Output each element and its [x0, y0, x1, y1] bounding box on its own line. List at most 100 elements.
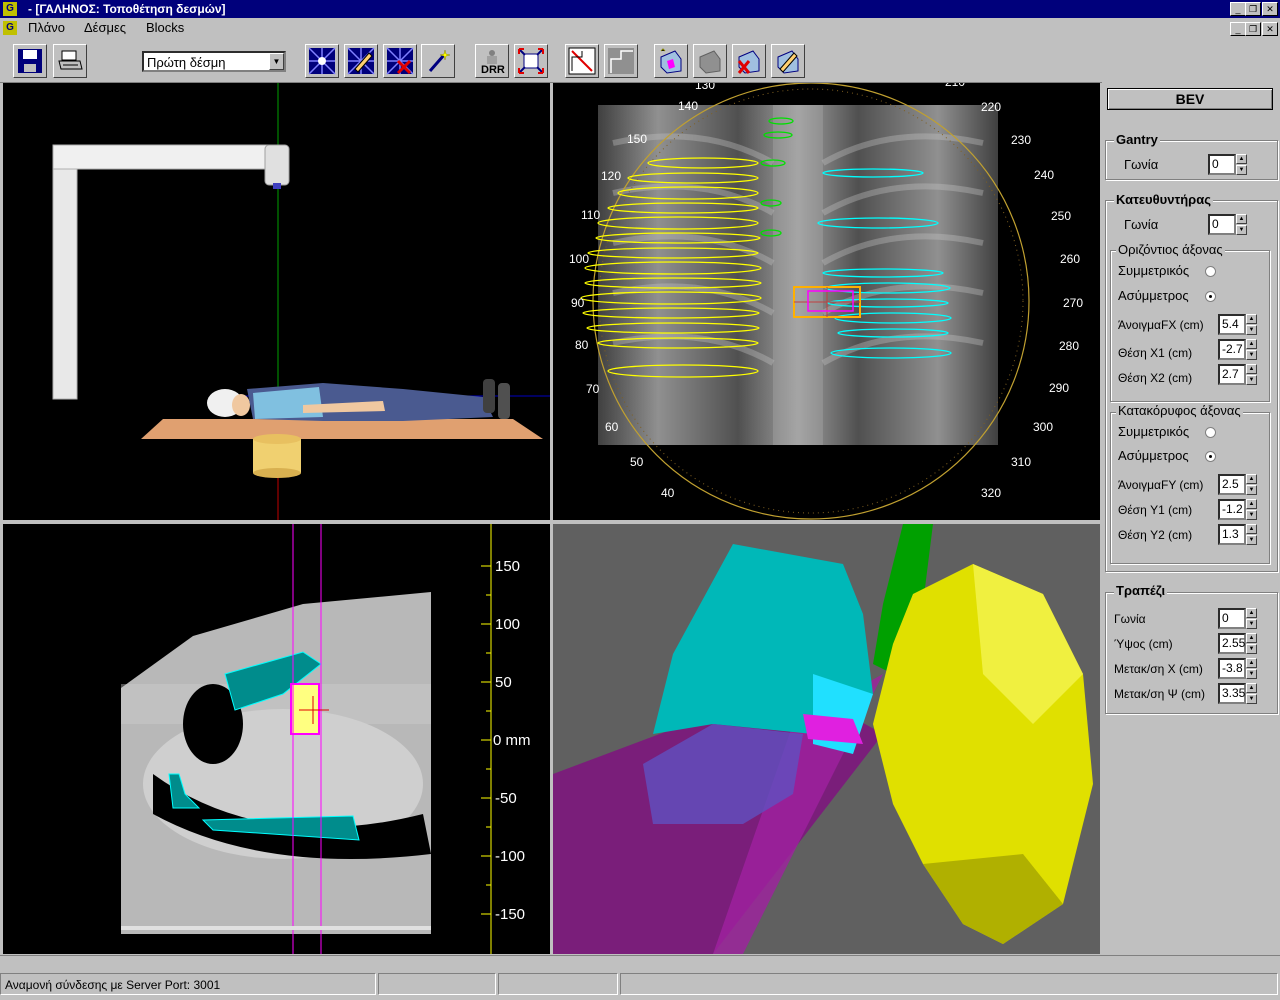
new-beam-button[interactable] — [305, 44, 339, 78]
fy-label: ΆνοιγμαFY (cm) — [1118, 478, 1204, 492]
spin-down-icon[interactable]: ▼ — [1246, 619, 1257, 629]
collimator-angle-stepper[interactable]: 0 ▲ ▼ — [1208, 214, 1247, 235]
menu-blocks[interactable]: Blocks — [146, 20, 184, 35]
magic-wand-icon — [428, 49, 451, 72]
x2-input[interactable]: 2.7 — [1218, 364, 1246, 385]
fit-arrows-icon — [518, 48, 544, 74]
delete-block-button[interactable] — [732, 44, 766, 78]
table-height-input[interactable]: 2.55 — [1218, 633, 1246, 654]
scale-label: 0 mm — [493, 732, 531, 749]
vertical-asymmetric-radio[interactable] — [1205, 451, 1216, 462]
gantry-angle-stepper[interactable]: 0 ▲ ▼ — [1208, 154, 1247, 175]
horizontal-axis-title: Οριζόντιος άξονας — [1116, 242, 1225, 257]
spin-down-icon[interactable]: ▼ — [1246, 644, 1257, 654]
spin-up-icon[interactable]: ▲ — [1236, 214, 1247, 224]
bev-button[interactable]: BEV — [1107, 88, 1273, 110]
spin-up-icon[interactable]: ▲ — [1246, 339, 1257, 349]
y1-stepper[interactable]: -1.2 ▲ ▼ — [1218, 499, 1257, 520]
chevron-down-icon[interactable]: ▼ — [269, 53, 284, 70]
y1-input[interactable]: -1.2 — [1218, 499, 1246, 520]
svg-text:320: 320 — [981, 486, 1001, 500]
spin-down-icon[interactable]: ▼ — [1246, 669, 1257, 679]
anatomy-scene — [553, 524, 1093, 954]
spin-down-icon[interactable]: ▼ — [1246, 535, 1257, 545]
app-icon[interactable]: G — [3, 2, 17, 16]
fx-stepper[interactable]: 5.4 ▲ ▼ — [1218, 314, 1257, 335]
fx-input[interactable]: 5.4 — [1218, 314, 1246, 335]
horizontal-scrollbar[interactable] — [0, 955, 1280, 970]
spin-down-icon[interactable]: ▼ — [1246, 510, 1257, 520]
room-3d-view[interactable] — [3, 83, 550, 520]
document-icon[interactable]: G — [3, 21, 17, 35]
table-shift-x-stepper[interactable]: -3.8 ▲ ▼ — [1218, 658, 1257, 679]
y2-input[interactable]: 1.3 — [1218, 524, 1246, 545]
spin-up-icon[interactable]: ▲ — [1246, 683, 1257, 693]
x2-stepper[interactable]: 2.7 ▲ ▼ — [1218, 364, 1257, 385]
delete-beam-button[interactable] — [383, 44, 417, 78]
table-angle-stepper[interactable]: 0 ▲ ▼ — [1218, 608, 1257, 629]
collimator-angle-input[interactable]: 0 — [1208, 214, 1236, 235]
minimize-button[interactable]: _ — [1230, 2, 1246, 16]
beam-select[interactable]: Πρώτη δέσμη ▼ — [142, 51, 286, 72]
drr-button[interactable]: DRR — [475, 44, 509, 78]
table-shift-x-input[interactable]: -3.8 — [1218, 658, 1246, 679]
spin-down-icon[interactable]: ▼ — [1246, 375, 1257, 385]
doc-close-button[interactable]: ✕ — [1262, 22, 1278, 36]
fy-stepper[interactable]: 2.5 ▲ ▼ — [1218, 474, 1257, 495]
sagittal-view[interactable]: 150 100 50 0 mm -50 -100 -150 — [3, 524, 550, 954]
spin-up-icon[interactable]: ▲ — [1246, 364, 1257, 374]
scale-label: -100 — [495, 848, 525, 865]
doc-restore-button[interactable]: ❐ — [1245, 22, 1261, 36]
menu-plan[interactable]: Πλάνο — [28, 20, 65, 35]
svg-text:240: 240 — [1034, 168, 1054, 182]
anatomy-3d-view[interactable] — [553, 524, 1100, 954]
spin-up-icon[interactable]: ▲ — [1246, 499, 1257, 509]
bev-view[interactable]: 140 130 150 120 110 100 90 80 70 60 50 4… — [553, 83, 1100, 520]
horizontal-asymmetric-radio[interactable] — [1205, 291, 1216, 302]
print-button[interactable] — [53, 44, 87, 78]
close-button[interactable]: ✕ — [1262, 2, 1278, 16]
svg-text:80: 80 — [575, 338, 589, 352]
horizontal-symmetric-radio[interactable] — [1205, 266, 1216, 277]
add-block-button[interactable] — [654, 44, 688, 78]
spin-up-icon[interactable]: ▲ — [1236, 154, 1247, 164]
svg-text:100: 100 — [569, 252, 589, 266]
table-angle-input[interactable]: 0 — [1218, 608, 1246, 629]
svg-text:220: 220 — [981, 100, 1001, 114]
block-edit-button[interactable] — [604, 44, 638, 78]
spin-up-icon[interactable]: ▲ — [1246, 474, 1257, 484]
spin-up-icon[interactable]: ▲ — [1246, 524, 1257, 534]
fit-view-button[interactable] — [514, 44, 548, 78]
table-height-stepper[interactable]: 2.55 ▲ ▼ — [1218, 633, 1257, 654]
spin-down-icon[interactable]: ▼ — [1236, 165, 1247, 175]
edit-beam-button[interactable] — [344, 44, 378, 78]
block-draw-button[interactable] — [565, 44, 599, 78]
menu-beams[interactable]: Δέσμες — [84, 20, 126, 35]
table-shift-y-input[interactable]: 3.35 — [1218, 683, 1246, 704]
vertical-axis-title: Κατακόρυφος άξονας — [1116, 403, 1243, 418]
gantry-angle-input[interactable]: 0 — [1208, 154, 1236, 175]
save-button[interactable] — [13, 44, 47, 78]
x1-input[interactable]: -2.7 — [1218, 339, 1246, 360]
spin-up-icon[interactable]: ▲ — [1246, 658, 1257, 668]
spin-down-icon[interactable]: ▼ — [1246, 325, 1257, 335]
status-pane-4 — [620, 973, 1278, 995]
doc-minimize-button[interactable]: _ — [1230, 22, 1246, 36]
spin-up-icon[interactable]: ▲ — [1246, 633, 1257, 643]
spin-down-icon[interactable]: ▼ — [1236, 225, 1247, 235]
spin-up-icon[interactable]: ▲ — [1246, 314, 1257, 324]
y2-stepper[interactable]: 1.3 ▲ ▼ — [1218, 524, 1257, 545]
collimator-title: Κατευθυντήρας — [1114, 192, 1213, 207]
restore-button[interactable]: ❐ — [1245, 2, 1261, 16]
spin-down-icon[interactable]: ▼ — [1246, 485, 1257, 495]
x1-stepper[interactable]: -2.7 ▲ ▼ — [1218, 339, 1257, 360]
spin-down-icon[interactable]: ▼ — [1246, 694, 1257, 704]
block-shape-button[interactable] — [693, 44, 727, 78]
table-shift-y-stepper[interactable]: 3.35 ▲ ▼ — [1218, 683, 1257, 704]
fy-input[interactable]: 2.5 — [1218, 474, 1246, 495]
spin-up-icon[interactable]: ▲ — [1246, 608, 1257, 618]
vertical-symmetric-radio[interactable] — [1205, 427, 1216, 438]
spin-down-icon[interactable]: ▼ — [1246, 350, 1257, 360]
edit-block-button[interactable] — [771, 44, 805, 78]
beam-wizard-button[interactable] — [421, 44, 455, 78]
